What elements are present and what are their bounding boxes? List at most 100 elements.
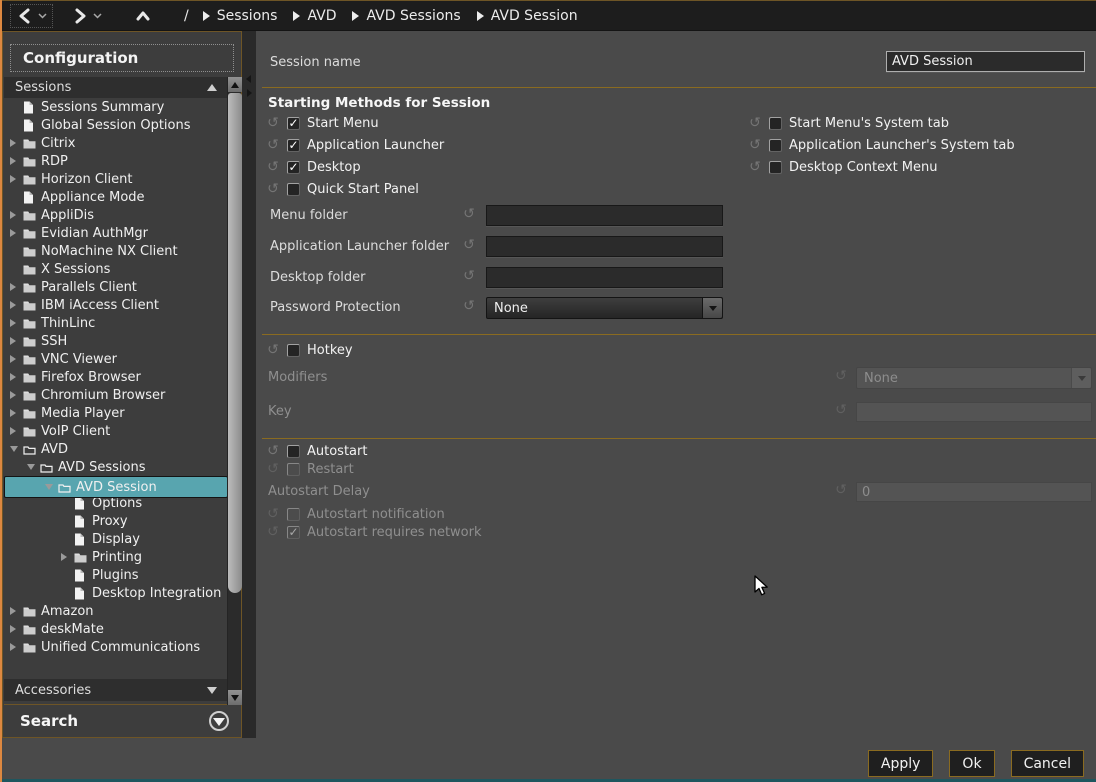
apply-button[interactable]: Apply: [868, 750, 934, 777]
tree-item-nomachine-nx-client[interactable]: NoMachine NX Client: [4, 242, 228, 260]
forward-history-dropdown-icon[interactable]: [93, 12, 102, 19]
session-name-input[interactable]: [886, 51, 1085, 72]
desktop-checkbox[interactable]: ✓: [287, 161, 300, 174]
revert-icon[interactable]: ↺: [266, 161, 280, 174]
application-launcher-folder-input[interactable]: [486, 236, 723, 257]
expand-triangle-icon[interactable]: [10, 139, 16, 147]
breadcrumb-item-avd-session[interactable]: AVD Session: [477, 8, 578, 24]
tree-item-media-player[interactable]: Media Player: [4, 404, 228, 422]
back-button[interactable]: [10, 4, 53, 28]
quick-start-panel-checkbox[interactable]: [287, 183, 300, 196]
tree-item-x-sessions[interactable]: X Sessions: [4, 260, 228, 278]
menu-folder-input[interactable]: [486, 205, 723, 226]
tree-item-ssh[interactable]: SSH: [4, 332, 228, 350]
start-menu-s-system-tab-checkbox[interactable]: [769, 117, 782, 130]
breadcrumb-item-avd[interactable]: AVD: [293, 8, 336, 24]
password-protection-select[interactable]: None: [486, 297, 723, 319]
tree-item-global-session-options[interactable]: Global Session Options: [4, 116, 228, 134]
tree-item-voip-client[interactable]: VoIP Client: [4, 422, 228, 440]
breadcrumb-item-sessions[interactable]: Sessions: [203, 8, 278, 24]
expand-triangle-icon[interactable]: [10, 319, 16, 327]
revert-icon[interactable]: ↺: [266, 139, 280, 152]
tree-item-chromium-browser[interactable]: Chromium Browser: [4, 386, 228, 404]
tree-item-evidian-authmgr[interactable]: Evidian AuthMgr: [4, 224, 228, 242]
forward-button[interactable]: [65, 4, 108, 28]
expand-triangle-icon[interactable]: [10, 625, 16, 633]
collapse-triangle-icon[interactable]: [27, 464, 35, 470]
expand-triangle-icon[interactable]: [10, 427, 16, 435]
expand-triangle-icon[interactable]: [10, 643, 16, 651]
revert-icon[interactable]: ↺: [462, 270, 476, 283]
scroll-up-button[interactable]: [228, 77, 242, 92]
expand-triangle-icon[interactable]: [61, 553, 67, 561]
tree-item-appliance-mode[interactable]: Appliance Mode: [4, 188, 228, 206]
tree-item-display[interactable]: Display: [4, 530, 228, 548]
tree-item-rdp[interactable]: RDP: [4, 152, 228, 170]
search-expand-icon[interactable]: [209, 711, 229, 731]
expand-triangle-icon[interactable]: [10, 373, 16, 381]
tree-item-firefox-browser[interactable]: Firefox Browser: [4, 368, 228, 386]
tree-item-desktop-integration[interactable]: Desktop Integration: [4, 584, 228, 602]
hotkey-checkbox[interactable]: [287, 344, 300, 357]
tree-item-avd-session[interactable]: AVD Session: [4, 476, 228, 498]
desktop-folder-input[interactable]: [486, 267, 723, 288]
section-header-sessions[interactable]: Sessions: [4, 77, 241, 98]
expand-triangle-icon[interactable]: [10, 355, 16, 363]
expand-triangle-icon[interactable]: [10, 301, 16, 309]
tree-item-vnc-viewer[interactable]: VNC Viewer: [4, 350, 228, 368]
desktop-context-menu-checkbox[interactable]: [769, 161, 782, 174]
panel-divider[interactable]: [242, 31, 256, 738]
revert-icon[interactable]: ↺: [462, 208, 476, 221]
expand-triangle-icon[interactable]: [10, 175, 16, 183]
expand-triangle-icon[interactable]: [10, 391, 16, 399]
collapse-triangle-icon[interactable]: [10, 446, 18, 452]
tree-scrollbar[interactable]: [227, 77, 241, 705]
expand-triangle-icon[interactable]: [10, 283, 16, 291]
collapse-triangle-icon[interactable]: [45, 484, 53, 490]
tree-item-parallels-client[interactable]: Parallels Client: [4, 278, 228, 296]
tree-item-sessions-summary[interactable]: Sessions Summary: [4, 98, 228, 116]
revert-icon[interactable]: ↺: [266, 117, 280, 130]
revert-icon[interactable]: ↺: [266, 445, 280, 458]
expand-triangle-icon[interactable]: [10, 229, 16, 237]
revert-icon[interactable]: ↺: [462, 239, 476, 252]
revert-icon[interactable]: ↺: [266, 183, 280, 196]
search-panel[interactable]: Search: [4, 704, 241, 737]
tree-item-avd[interactable]: AVD: [4, 440, 228, 458]
tree-item-plugins[interactable]: Plugins: [4, 566, 228, 584]
tree-item-horizon-client[interactable]: Horizon Client: [4, 170, 228, 188]
tree-item-applidis[interactable]: AppliDis: [4, 206, 228, 224]
tree-item-ibm-iaccess-client[interactable]: IBM iAccess Client: [4, 296, 228, 314]
expand-triangle-icon[interactable]: [10, 607, 16, 615]
tree-item-thinlinc[interactable]: ThinLinc: [4, 314, 228, 332]
back-history-dropdown-icon[interactable]: [38, 12, 47, 19]
revert-icon[interactable]: ↺: [748, 117, 762, 130]
revert-icon[interactable]: ↺: [748, 161, 762, 174]
expand-triangle-icon[interactable]: [10, 337, 16, 345]
application-launcher-checkbox[interactable]: ✓: [287, 139, 300, 152]
tree-item-deskmate[interactable]: deskMate: [4, 620, 228, 638]
scrollbar-thumb[interactable]: [228, 93, 242, 593]
revert-icon[interactable]: ↺: [266, 344, 280, 357]
tree-item-printing[interactable]: Printing: [4, 548, 228, 566]
section-header-accessories[interactable]: Accessories: [4, 679, 241, 701]
revert-icon[interactable]: ↺: [748, 139, 762, 152]
dropdown-button[interactable]: [702, 298, 722, 318]
tree-item-amazon[interactable]: Amazon: [4, 602, 228, 620]
application-launcher-s-system-tab-checkbox[interactable]: [769, 139, 782, 152]
ok-button[interactable]: Ok: [949, 750, 994, 777]
breadcrumb-item-avd-sessions[interactable]: AVD Sessions: [352, 8, 460, 24]
expand-triangle-icon[interactable]: [10, 211, 16, 219]
breadcrumb-root[interactable]: /: [184, 8, 189, 24]
expand-triangle-icon[interactable]: [10, 157, 16, 165]
tree-item-unified-communications[interactable]: Unified Communications: [4, 638, 228, 656]
cancel-button[interactable]: Cancel: [1011, 750, 1084, 777]
autostart-checkbox[interactable]: [287, 445, 300, 458]
tree-item-citrix[interactable]: Citrix: [4, 134, 228, 152]
tree-item-avd-sessions[interactable]: AVD Sessions: [4, 458, 228, 476]
up-button[interactable]: [128, 5, 158, 27]
scroll-down-button[interactable]: [228, 690, 242, 705]
revert-icon[interactable]: ↺: [462, 300, 476, 313]
expand-triangle-icon[interactable]: [10, 409, 16, 417]
tree-item-proxy[interactable]: Proxy: [4, 512, 228, 530]
